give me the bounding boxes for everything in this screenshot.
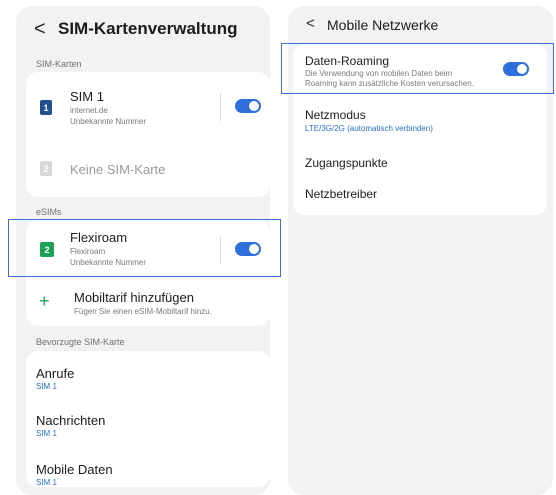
sim2-row: 2 Keine SIM-Karte: [26, 138, 270, 197]
pref-calls-row[interactable]: Anrufe SIM 1: [26, 351, 270, 396]
pref-data-title: Mobile Daten: [36, 462, 113, 477]
netzmodus-row[interactable]: Netzmodus LTE/3G/2G (automatisch verbind…: [293, 102, 547, 142]
preferred-sim-card: Anrufe SIM 1 Nachrichten SIM 1 Mobile Da…: [26, 351, 270, 487]
sim1-number: Unbekannte Nummer: [70, 117, 147, 126]
esim-highlight-box: [8, 219, 281, 277]
pref-messages-row[interactable]: Nachrichten SIM 1: [26, 399, 270, 444]
sim-1-icon: 1: [40, 100, 52, 115]
sim-cards-card: 1 SIM 1 internet.de Unbekannte Nummer 2 …: [26, 72, 270, 197]
zugangspunkte-title: Zugangspunkte: [305, 156, 388, 170]
section-esims: eSIMs: [36, 207, 62, 217]
add-plan-row[interactable]: + Mobiltarif hinzufügen Fügen Sie einen …: [26, 282, 270, 326]
add-plan-title: Mobiltarif hinzufügen: [74, 290, 194, 305]
add-plan-subtitle: Fügen Sie einen eSIM-Mobiltarif hinzu.: [74, 307, 212, 316]
netzbetreiber-row[interactable]: Netzbetreiber: [293, 182, 547, 212]
plus-icon: +: [39, 291, 50, 311]
pref-calls-value: SIM 1: [36, 382, 57, 391]
pref-data-row[interactable]: Mobile Daten SIM 1: [26, 447, 270, 487]
section-sim-cards: SIM-Karten: [36, 59, 82, 69]
sim1-toggle[interactable]: [235, 99, 261, 113]
netzmodus-title: Netzmodus: [305, 108, 366, 122]
page-title: SIM-Kartenverwaltung: [58, 19, 238, 38]
section-preferred-sim: Bevorzugte SIM-Karte: [36, 337, 125, 347]
sim1-apn: internet.de: [70, 106, 108, 115]
pref-messages-title: Nachrichten: [36, 413, 106, 428]
sim1-row[interactable]: 1 SIM 1 internet.de Unbekannte Nummer: [26, 72, 270, 138]
sim-2-icon: 2: [40, 161, 52, 176]
pref-data-value: SIM 1: [36, 478, 57, 487]
sim1-title: SIM 1: [70, 89, 104, 104]
netzmodus-value: LTE/3G/2G (automatisch verbinden): [305, 124, 433, 133]
netzbetreiber-title: Netzbetreiber: [305, 187, 378, 201]
back-chevron-icon[interactable]: <: [306, 16, 315, 31]
divider: [220, 93, 221, 121]
sim2-title: Keine SIM-Karte: [70, 162, 166, 177]
pref-calls-title: Anrufe: [36, 366, 75, 381]
zugangspunkte-row[interactable]: Zugangspunkte: [293, 150, 547, 180]
page-title: Mobile Netzwerke: [327, 17, 439, 33]
toggle-knob: [249, 101, 259, 111]
pref-messages-value: SIM 1: [36, 429, 57, 438]
roaming-highlight-box: [281, 43, 554, 94]
back-chevron-icon[interactable]: <: [34, 19, 46, 39]
